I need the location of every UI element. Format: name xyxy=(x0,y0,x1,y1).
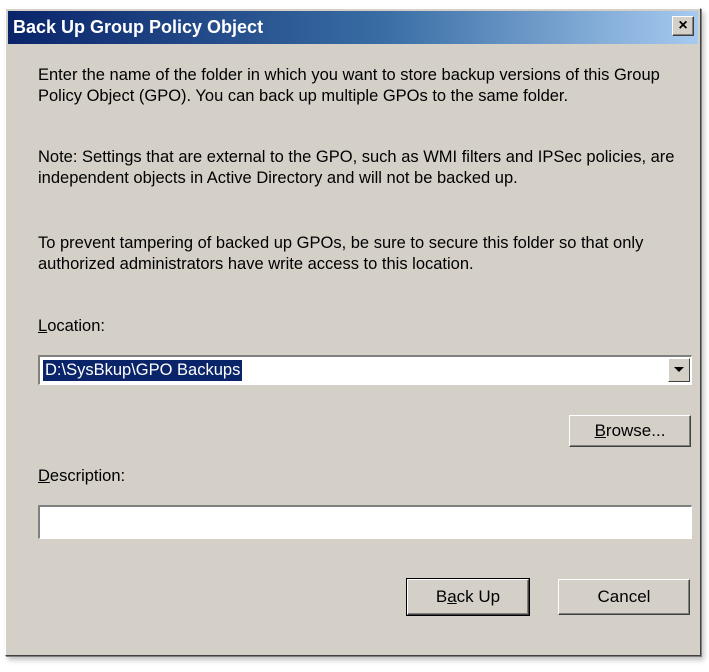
close-icon[interactable]: × xyxy=(672,16,694,36)
backup-gpo-dialog: Back Up Group Policy Object × Enter the … xyxy=(5,8,701,656)
browse-accel: B xyxy=(594,421,606,440)
title-bar[interactable]: Back Up Group Policy Object × xyxy=(8,11,698,44)
security-paragraph: To prevent tampering of backed up GPOs, … xyxy=(38,234,644,273)
location-label-accel: L xyxy=(38,317,48,335)
description-label-accel: D xyxy=(38,467,50,485)
description-label-text: escription: xyxy=(49,467,126,485)
backup-label-rest: ck Up xyxy=(456,587,501,606)
backup-label-pre: B xyxy=(435,587,448,606)
dropdown-arrow-icon[interactable] xyxy=(668,358,690,382)
location-label: Location: xyxy=(38,317,105,336)
intro-paragraph: Enter the name of the folder in which yo… xyxy=(38,66,660,105)
note-paragraph: Note: Settings that are external to the … xyxy=(38,148,675,187)
dialog-title: Back Up Group Policy Object xyxy=(13,17,264,37)
browse-button[interactable]: Browse... xyxy=(569,415,691,447)
backup-label-accel: a xyxy=(447,587,457,606)
backup-button[interactable]: Back Up xyxy=(406,578,530,616)
browse-label: rowse... xyxy=(605,421,666,440)
location-value[interactable]: D:\SysBkup\GPO Backups xyxy=(43,360,243,381)
location-combobox[interactable]: D:\SysBkup\GPO Backups xyxy=(38,355,692,385)
description-field[interactable] xyxy=(38,505,692,539)
location-label-text: ocation: xyxy=(47,317,105,335)
description-label: Description: xyxy=(38,467,125,486)
cancel-button[interactable]: Cancel xyxy=(558,579,690,615)
